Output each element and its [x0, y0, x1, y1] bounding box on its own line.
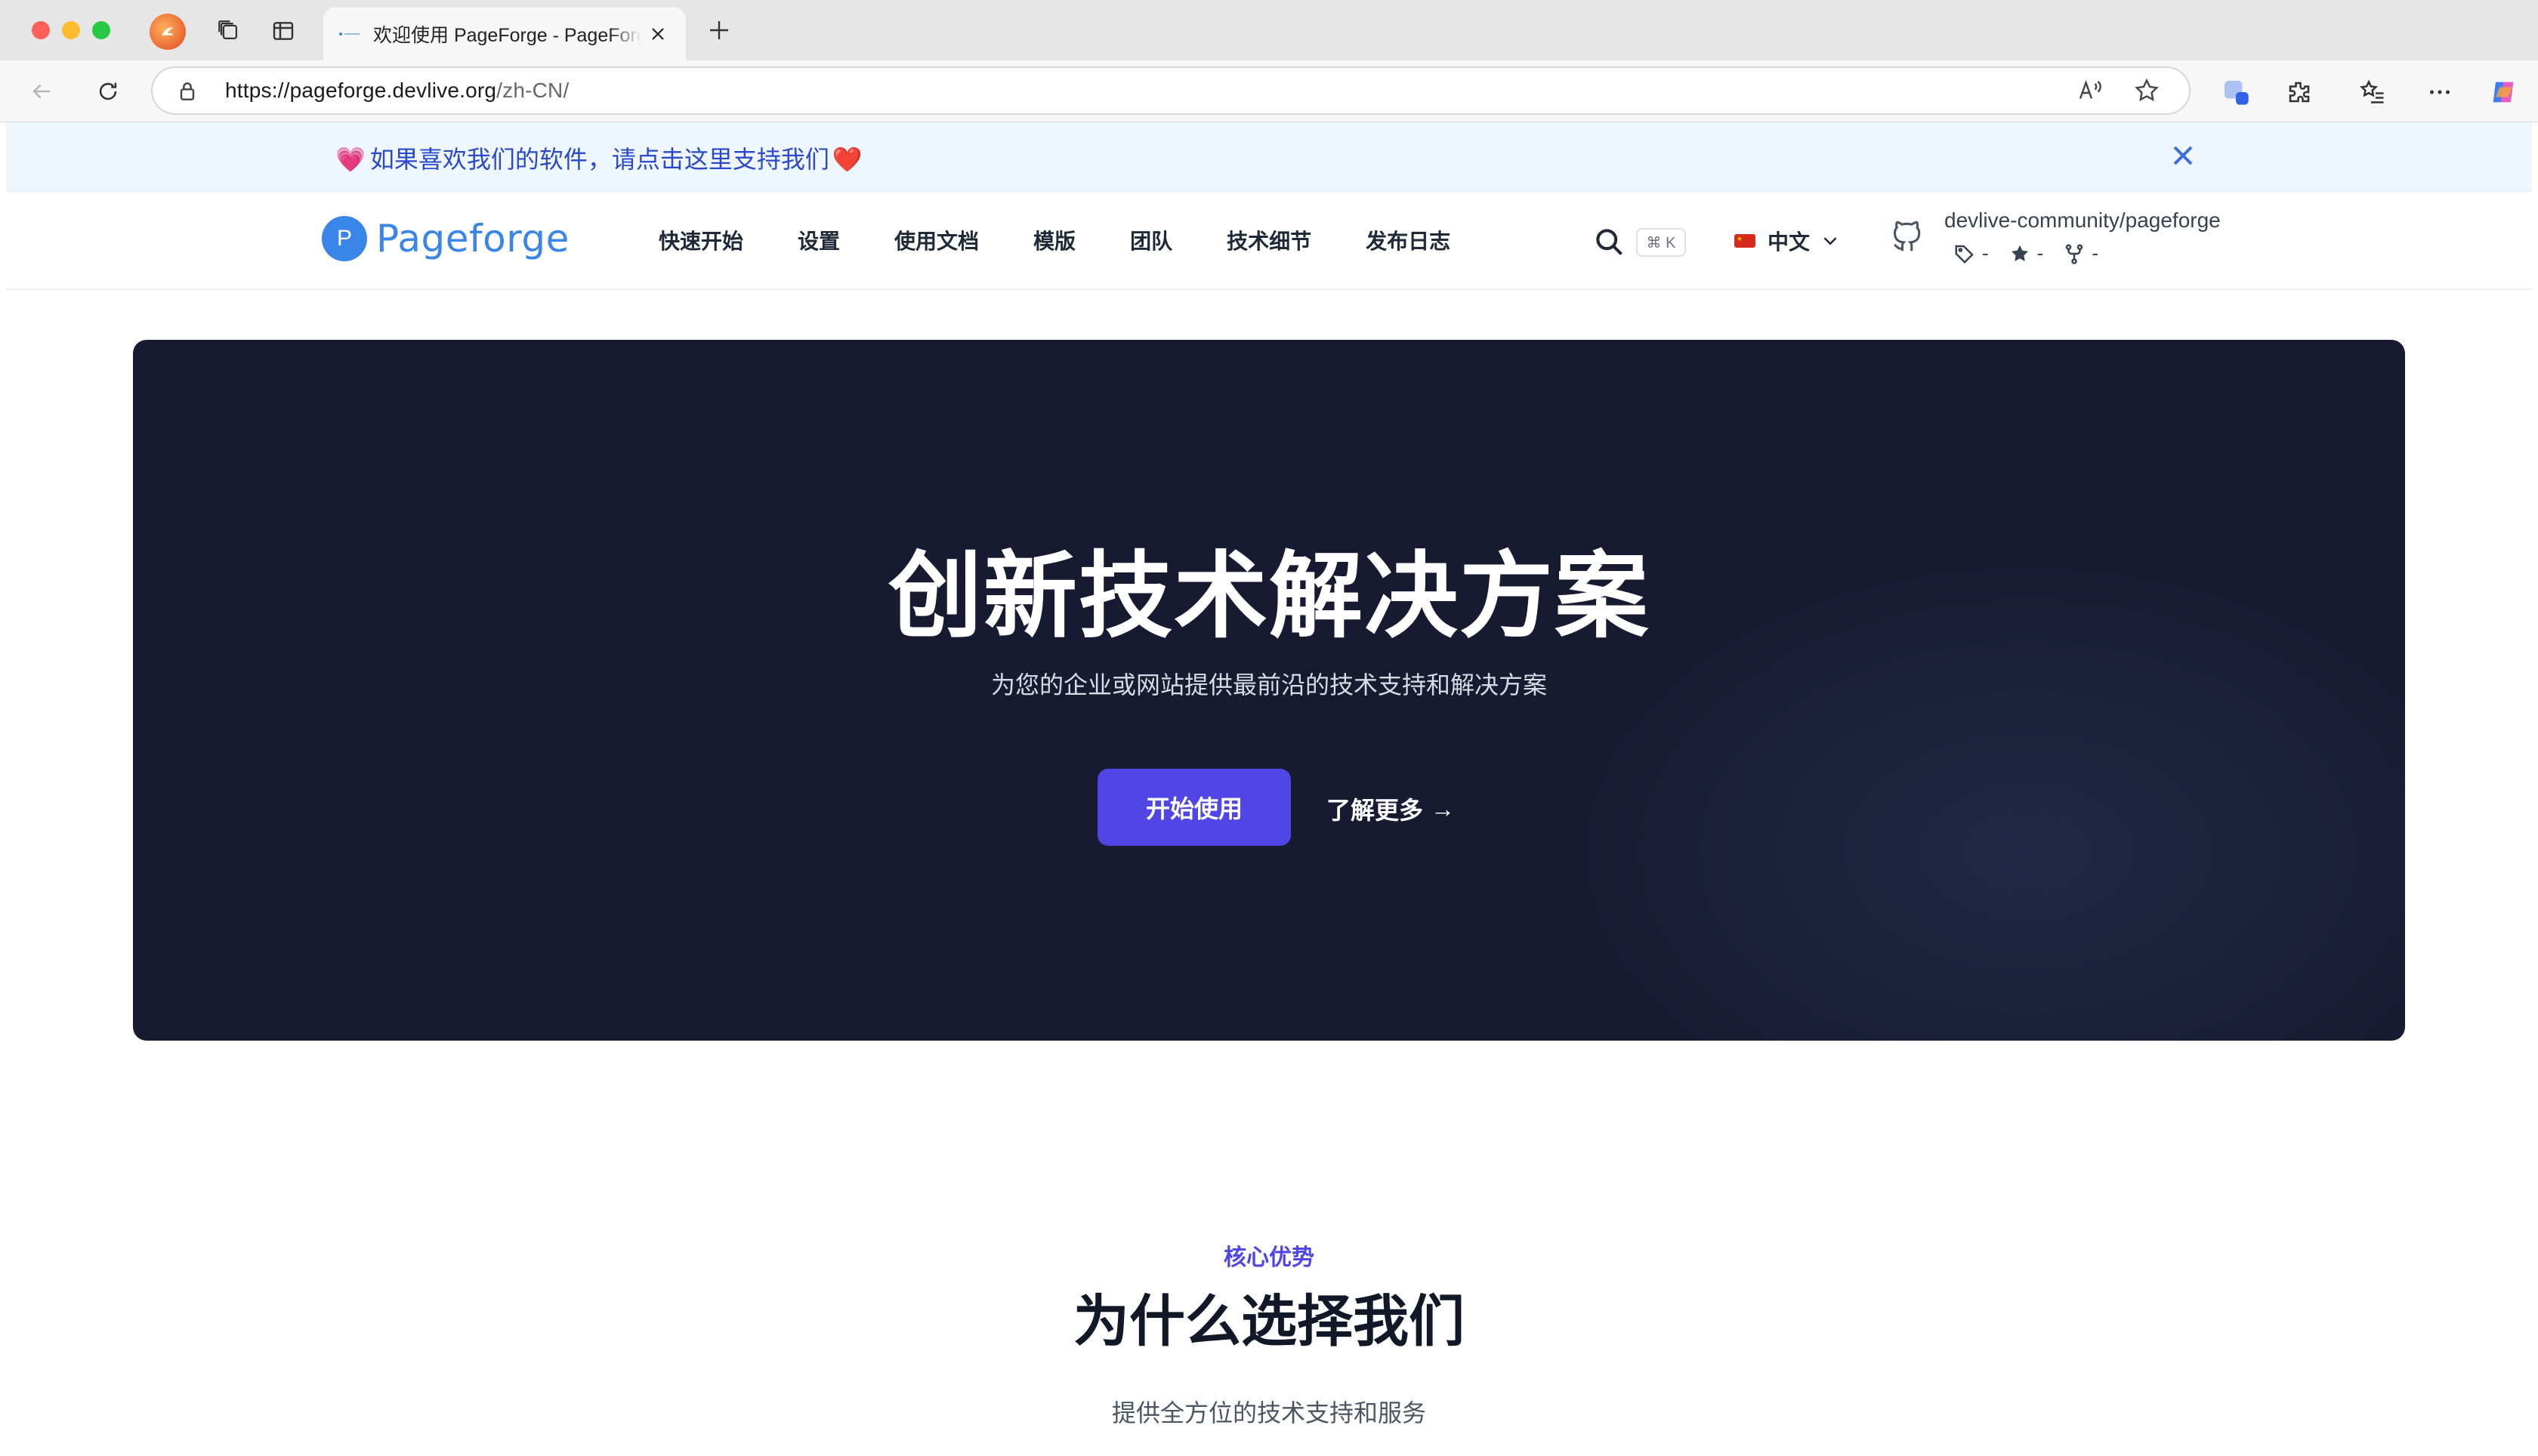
main-menu: 快速开始 设置 使用文档 模版 团队 技术细节 发布日志	[659, 192, 1505, 288]
minimize-window-button[interactable]	[62, 21, 80, 39]
features-kicker: 核心优势	[1224, 1245, 1314, 1270]
tag-icon	[1955, 245, 1974, 264]
nav-quick-start[interactable]: 快速开始	[659, 225, 743, 255]
nav-docs[interactable]: 使用文档	[894, 225, 979, 255]
github-icon	[1890, 221, 1929, 260]
maximize-window-button[interactable]	[92, 21, 110, 39]
browser-tab-active[interactable]: 欢迎使用 PageForge - PageForge	[323, 8, 686, 60]
nav-team[interactable]: 团队	[1130, 225, 1172, 255]
favorites-list-icon[interactable]	[2357, 76, 2390, 109]
nav-changelog[interactable]: 发布日志	[1366, 225, 1450, 255]
fork-icon	[2066, 244, 2083, 264]
tab-actions-icon[interactable]	[215, 17, 243, 45]
logo-text: Pageforge	[376, 217, 570, 261]
webpage: 💗 如果喜欢我们的软件，请点击这里支持我们 ❤️ P Pageforge 快速开始 …	[6, 122, 2532, 1451]
features-subtitle: 提供全方位的技术支持和服务	[1111, 1399, 1426, 1427]
heart-right-icon: ❤️	[832, 146, 863, 173]
hero-title: 创新技术解决方案	[888, 542, 1650, 651]
profile-icon[interactable]	[150, 14, 186, 50]
search-shortcut-badge: ⌘ K	[1636, 228, 1686, 257]
site-navbar: P Pageforge 快速开始 设置 使用文档 模版 团队 技术细节 发布日志…	[6, 192, 2532, 290]
repo-stats: - - -	[1953, 242, 2098, 265]
nav-templates[interactable]: 模版	[1033, 225, 1076, 255]
url-text[interactable]: https://pageforge.devlive.org/zh-CN/	[225, 79, 569, 103]
get-started-button[interactable]: 开始使用	[1098, 769, 1291, 846]
support-banner-link[interactable]: 💗 如果喜欢我们的软件，请点击这里支持我们 ❤️	[335, 140, 863, 175]
hero-subtitle: 为您的企业或网站提供最前沿的技术支持和解决方案	[990, 671, 1547, 699]
close-tab-icon[interactable]	[646, 21, 671, 47]
lock-icon[interactable]	[175, 79, 199, 103]
support-banner-text: 如果喜欢我们的软件，请点击这里支持我们	[369, 146, 829, 173]
back-icon[interactable]	[24, 74, 59, 109]
new-tab-icon[interactable]	[702, 14, 736, 47]
arrow-right-icon: →	[1431, 794, 1456, 822]
address-bar[interactable]: https://pageforge.devlive.org/zh-CN/	[151, 66, 2191, 115]
learn-more-link[interactable]: 了解更多 →	[1326, 790, 1455, 828]
language-selector[interactable]: 中文	[1734, 222, 1842, 260]
language-label: 中文	[1768, 230, 1811, 254]
tab-title: 欢迎使用 PageForge - PageForge	[373, 25, 641, 46]
nav-tech-details[interactable]: 技术细节	[1227, 225, 1311, 255]
hero-section: 创新技术解决方案 为您的企业或网站提供最前沿的技术支持和解决方案 开始使用 了解…	[133, 340, 2405, 1041]
heart-left-icon: 💗	[335, 146, 366, 173]
copilot-extension-icon[interactable]	[2219, 76, 2252, 109]
copilot-icon[interactable]	[2487, 76, 2520, 109]
reload-icon[interactable]	[91, 74, 125, 109]
read-aloud-icon[interactable]	[2076, 77, 2106, 107]
chevron-down-icon	[1819, 230, 1842, 252]
china-flag-icon	[1734, 234, 1755, 248]
repo-stars: -	[2008, 242, 2043, 265]
logo-mark: P	[322, 216, 367, 261]
vertical-tabs-icon[interactable]	[269, 17, 298, 45]
star-icon	[2011, 245, 2028, 261]
browser-tab-bar: 欢迎使用 PageForge - PageForge	[0, 0, 2538, 60]
repo-forks: -	[2063, 242, 2098, 265]
repo-name: devlive-community/pageforge	[1944, 208, 2221, 232]
extensions-icon[interactable]	[2283, 76, 2316, 109]
more-menu-icon[interactable]	[2423, 76, 2456, 109]
tab-favicon-icon	[338, 26, 361, 42]
site-logo[interactable]: P Pageforge	[322, 216, 570, 261]
nav-settings[interactable]: 设置	[798, 225, 840, 255]
learn-more-label: 了解更多	[1326, 797, 1424, 824]
browser-toolbar: https://pageforge.devlive.org/zh-CN/	[0, 60, 2538, 122]
favorite-star-icon[interactable]	[2133, 77, 2163, 107]
support-banner: 💗 如果喜欢我们的软件，请点击这里支持我们 ❤️	[6, 122, 2532, 192]
repo-tags: -	[1953, 242, 1989, 265]
close-window-button[interactable]	[32, 21, 50, 39]
features-title: 为什么选择我们	[1073, 1289, 1465, 1354]
search-icon[interactable]	[1592, 225, 1626, 258]
close-banner-icon[interactable]	[2166, 139, 2203, 175]
